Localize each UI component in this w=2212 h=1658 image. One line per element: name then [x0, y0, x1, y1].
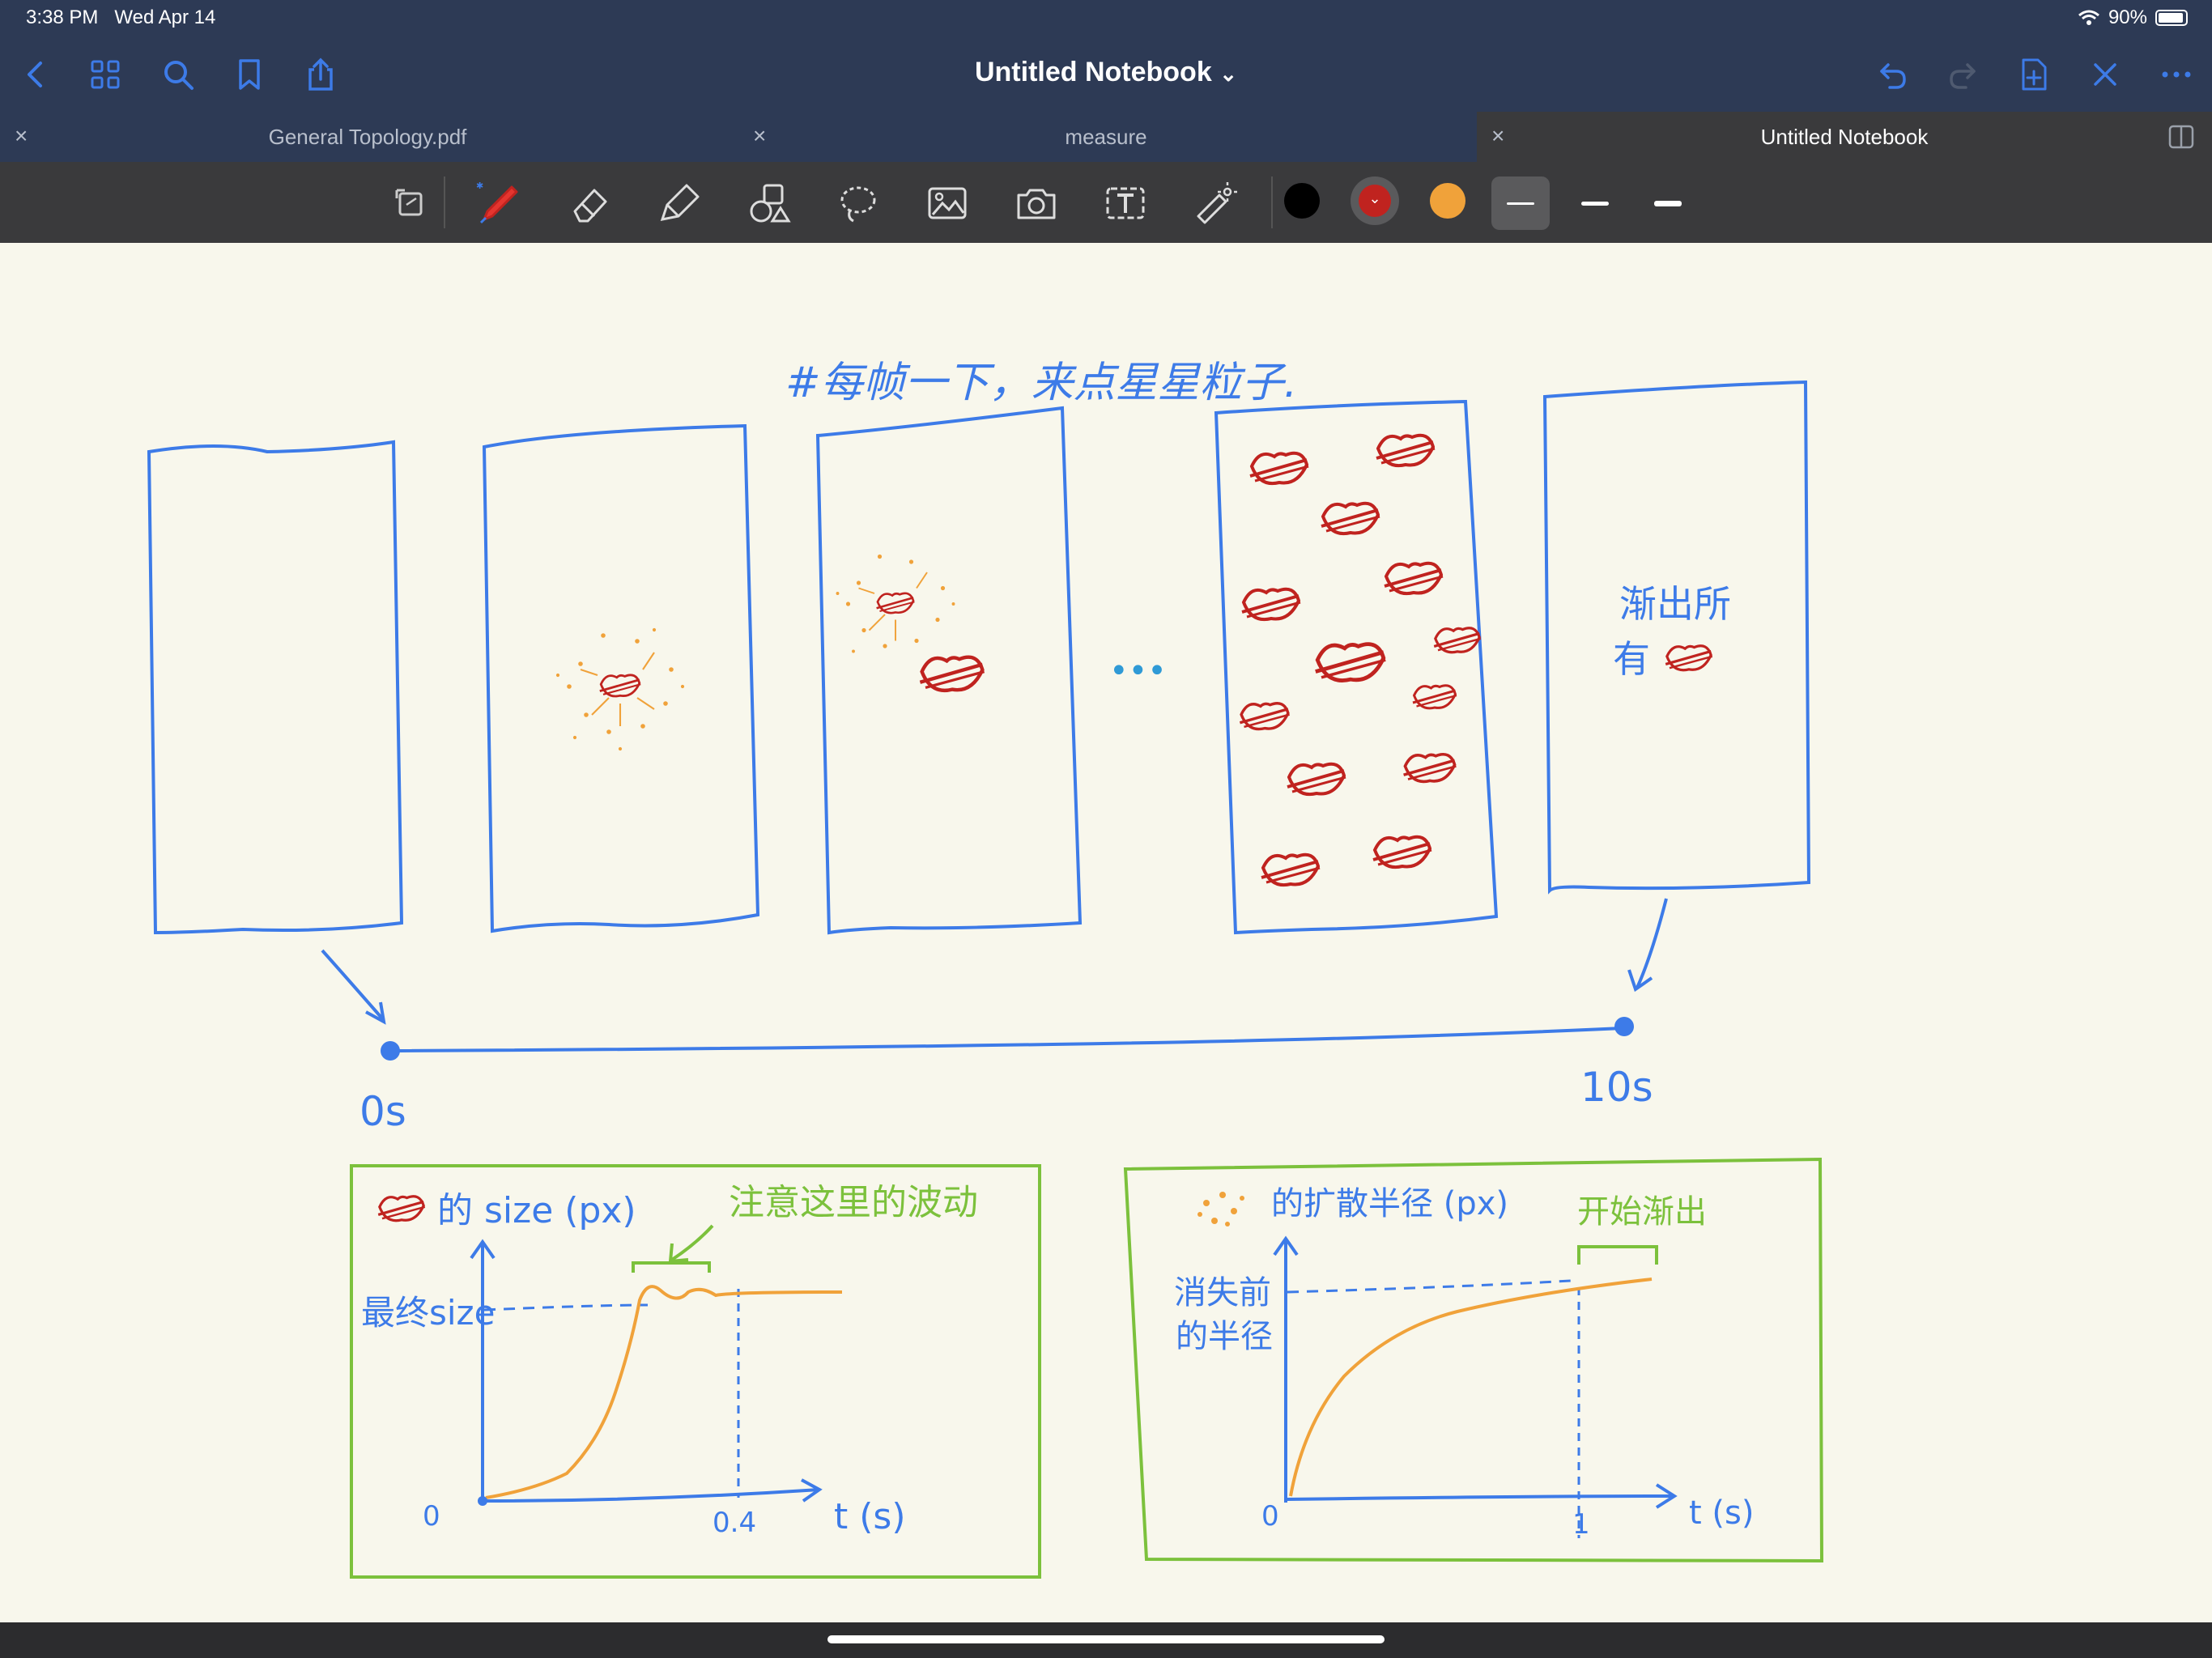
- chart-2-x-axis: [1285, 1494, 1674, 1501]
- time-start-label: 0s: [359, 1088, 406, 1135]
- color-black[interactable]: [1284, 183, 1320, 219]
- chart-2-origin: 0: [1261, 1500, 1279, 1533]
- time-end-label: 10s: [1580, 1064, 1653, 1111]
- chevron-down-icon: ⌄: [1359, 185, 1391, 217]
- chart-1-x-axis: [482, 1488, 820, 1503]
- tab-label: Untitled Notebook: [1760, 125, 1929, 149]
- chart-2-title: 的扩散半径 (px): [1271, 1185, 1508, 1222]
- svg-text:✱: ✱: [476, 181, 483, 191]
- timeline-start-point: [381, 1041, 400, 1061]
- add-page-icon[interactable]: [2013, 53, 2055, 96]
- text-tool-icon[interactable]: [1096, 175, 1155, 232]
- stroke-thick[interactable]: [1639, 176, 1697, 230]
- toolbar-divider: [444, 176, 445, 228]
- nav-bar: Untitled Notebook ⌄: [0, 37, 2212, 112]
- camera-tool-icon[interactable]: [1007, 175, 1066, 232]
- frame-3-particles: [836, 554, 955, 653]
- chart-2-note: 开始渐出: [1577, 1193, 1707, 1231]
- highlighter-tool-icon[interactable]: [651, 175, 709, 232]
- search-icon[interactable]: [157, 53, 199, 96]
- chart-1-ylabel: 最终size: [361, 1293, 495, 1333]
- chart-1-xtick: 0.4: [713, 1507, 756, 1539]
- status-clock: 3:38 PM: [26, 6, 99, 28]
- status-bar: 3:38 PM Wed Apr 14 90%: [0, 0, 2212, 37]
- frame-5: [1542, 380, 1811, 895]
- eraser-tool-icon[interactable]: [562, 175, 620, 232]
- split-view-icon[interactable]: [2168, 125, 2194, 149]
- handwriting-layer: #每帧一下，来点星星粒子. ••• 渐出所 有 0s 10s 的 size (p…: [147, 359, 1824, 1579]
- grid-view-icon[interactable]: [84, 53, 126, 96]
- notebook-canvas[interactable]: #每帧一下，来点星星粒子. ••• 渐出所 有 0s 10s 的 size (p…: [0, 243, 2212, 1622]
- timeline-end-point: [1614, 1017, 1634, 1036]
- chevron-down-icon: ⌄: [1219, 62, 1237, 86]
- arrow-to-start: [321, 949, 384, 1020]
- chart-2-curve: [1289, 1278, 1653, 1497]
- chart-2-xtick: 1: [1572, 1508, 1590, 1541]
- color-red-selected[interactable]: ⌄: [1351, 176, 1399, 225]
- frame-2-particles: [555, 627, 685, 751]
- notebook-title-text: Untitled Notebook: [974, 57, 1212, 87]
- read-only-mode-icon[interactable]: [382, 175, 440, 232]
- notebook-title-button[interactable]: Untitled Notebook ⌄: [975, 57, 1237, 87]
- battery-percent: 90%: [2108, 6, 2147, 28]
- stroke-medium[interactable]: [1566, 176, 1624, 230]
- share-icon[interactable]: [300, 53, 342, 96]
- fade-out-text-2: 有: [1613, 637, 1650, 681]
- back-icon[interactable]: [15, 53, 57, 96]
- pen-tool-icon[interactable]: ✱: [470, 175, 528, 232]
- particle-icon: [1197, 1192, 1244, 1226]
- chart-1-note: 注意这里的波动: [729, 1182, 978, 1223]
- tab-bar: × General Topology.pdf × measure × Untit…: [0, 112, 2212, 162]
- laser-pointer-icon[interactable]: [1185, 175, 1244, 232]
- fade-out-text-1: 渐出所: [1619, 582, 1731, 626]
- ellipsis-dots: •••: [1109, 653, 1167, 690]
- stroke-thin-selected[interactable]: [1491, 176, 1550, 230]
- drawing-toolbar: ✱ ⌄: [0, 162, 2212, 243]
- color-orange[interactable]: [1430, 183, 1465, 219]
- chart-1-origin: 0: [423, 1500, 440, 1533]
- chart-2-ylabel-2: 的半径: [1176, 1318, 1273, 1355]
- tab-general-topology[interactable]: × General Topology.pdf: [0, 112, 735, 162]
- chart-2-xlabel: t (s): [1689, 1494, 1754, 1532]
- bookmark-icon[interactable]: [228, 53, 270, 96]
- status-time: 3:38 PM Wed Apr 14: [26, 6, 215, 29]
- chart-1-curve: [485, 1285, 843, 1499]
- close-edit-icon[interactable]: [2084, 53, 2126, 96]
- tab-measure[interactable]: × measure: [738, 112, 1474, 162]
- tab-untitled-notebook[interactable]: × Untitled Notebook: [1477, 112, 2212, 162]
- battery-icon: [2155, 10, 2188, 26]
- toolbar-divider: [1271, 176, 1273, 228]
- frame-2: [482, 423, 760, 933]
- status-date: Wed Apr 14: [114, 6, 216, 28]
- arrow-to-end: [1636, 898, 1668, 988]
- home-indicator[interactable]: [827, 1635, 1385, 1643]
- image-tool-icon[interactable]: [918, 175, 976, 232]
- shapes-tool-icon[interactable]: [740, 175, 798, 232]
- wifi-icon: [2078, 10, 2099, 25]
- tab-label: General Topology.pdf: [268, 125, 467, 149]
- status-right: 90%: [2078, 6, 2188, 29]
- chart-1-xlabel: t (s): [834, 1496, 906, 1537]
- frame-1: [147, 440, 404, 935]
- home-bar-area: [0, 1622, 2212, 1658]
- redo-icon[interactable]: [1942, 53, 1984, 96]
- tab-label: measure: [1065, 125, 1147, 149]
- lasso-tool-icon[interactable]: [829, 175, 887, 232]
- canvas-heading: #每帧一下，来点星星粒子.: [785, 359, 1297, 407]
- timeline: [388, 1027, 1623, 1052]
- chart-2-ylabel-1: 消失前: [1174, 1274, 1271, 1312]
- undo-icon[interactable]: [1872, 53, 1914, 96]
- chart-1-title: 的 size (px): [437, 1190, 636, 1231]
- frame-4-particles: [1238, 433, 1482, 887]
- more-icon[interactable]: [2155, 53, 2197, 96]
- frame-3: [815, 406, 1083, 935]
